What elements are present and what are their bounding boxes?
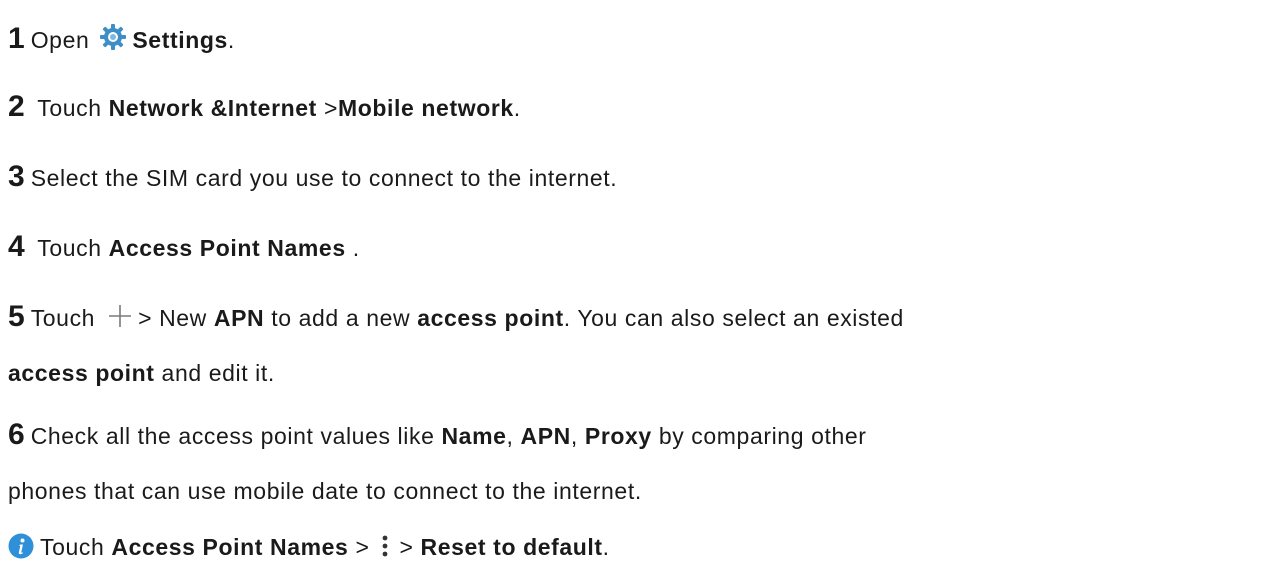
mobile-network-label: Mobile network [337,95,514,121]
access-point-names-label: Access Point Names [108,235,346,261]
settings-label: Settings [132,27,228,53]
apn-label: APN [213,305,265,331]
step-text: Select the SIM card you use to connect t… [30,165,618,191]
step-3: 3 Select the SIM card you use to connect … [8,162,617,193]
step-text: Touch [30,305,96,331]
step-2: 2 Touch Network &Internet >Mobile networ… [8,92,521,123]
network-internet-label: Network &Internet [108,95,317,121]
step-number: 2 [8,90,25,123]
step-text: phones that can use mobile date to conne… [8,478,642,504]
step-text: . You can also select an existed [563,305,904,331]
access-point-label: access point [8,360,155,386]
access-point-names-label: Access Point Names [111,534,349,560]
step-number: 1 [8,22,25,55]
gear-icon [100,24,127,50]
step-number: 3 [8,160,25,193]
reset-to-default-label: Reset to default [420,534,603,560]
step-1: 1 Open Settings. [8,22,235,55]
punctuation: , [506,423,514,449]
step-text: to add a new [271,305,411,331]
step-6: 6 Check all the access point values like … [8,420,867,451]
plus-icon [109,305,132,327]
punctuation: . [513,95,521,121]
step-number: 6 [8,418,25,451]
access-point-label: access point [417,305,564,331]
apn-label: APN [520,423,571,449]
step-text: Touch [37,95,102,121]
punctuation: . [602,534,610,560]
step-5-continued: access point and edit it. [8,358,275,388]
proxy-label: Proxy [584,423,652,449]
tip-note: Touch Access Point Names > > Reset to de… [8,532,610,562]
step-text: by comparing other [658,423,867,449]
punctuation: . [352,235,360,261]
step-text: and edit it. [161,360,275,386]
step-6-continued: phones that can use mobile date to conne… [8,476,642,506]
step-text: Open [30,27,90,53]
separator: > [323,95,338,121]
punctuation: , [570,423,578,449]
step-text: Touch [37,235,102,261]
step-4: 4 Touch Access Point Names . [8,232,360,263]
info-icon [8,533,34,559]
separator: > [399,534,414,560]
step-number: 4 [8,230,25,263]
tip-text: Touch [40,534,105,560]
step-text: Check all the access point values like [30,423,435,449]
punctuation: . [227,27,235,53]
name-label: Name [441,423,507,449]
separator: > [355,534,370,560]
step-number: 5 [8,300,25,333]
kebab-menu-icon [382,535,387,557]
step-text: > New [138,305,207,331]
step-5: 5 Touch > New APN to add a new access poi… [8,302,904,333]
